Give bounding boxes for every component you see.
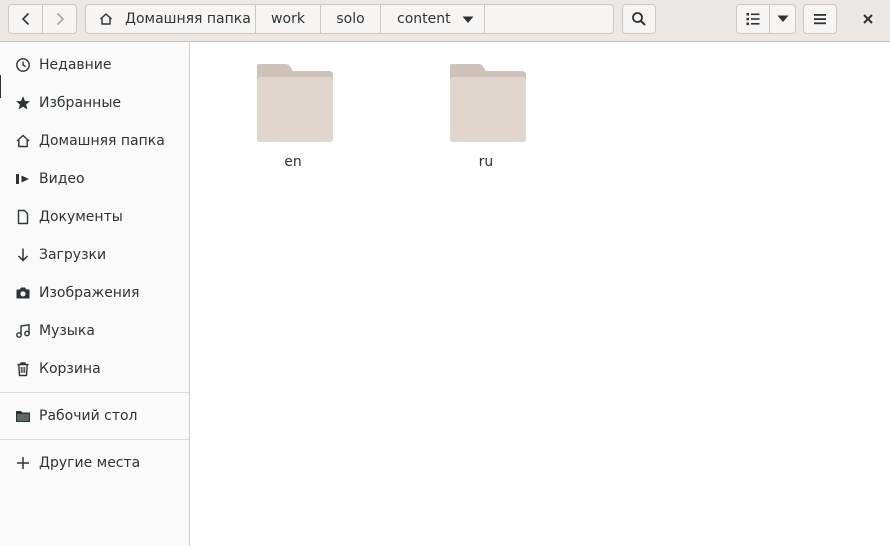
sidebar-item-music[interactable]: Музыка: [0, 312, 189, 350]
chevron-left-icon: [21, 12, 29, 26]
path-work[interactable]: work: [256, 5, 321, 33]
path-bar: Домашняя папка work solo content: [85, 4, 614, 34]
main-menu-button[interactable]: [803, 4, 837, 34]
triangle-down-icon: [777, 15, 788, 22]
close-button[interactable]: [852, 4, 884, 34]
sidebar-item-recent[interactable]: Недавние: [0, 46, 189, 84]
sidebar-item-label: Документы: [39, 209, 123, 225]
view-options-button[interactable]: [769, 4, 796, 34]
download-icon: [15, 247, 31, 263]
triangle-down-icon[interactable]: [462, 16, 474, 24]
sidebar-item-starred[interactable]: Избранные: [0, 84, 189, 122]
sidebar-item-label: Домашняя папка: [39, 133, 165, 149]
sidebar-item-label: Недавние: [39, 57, 112, 73]
back-button[interactable]: [8, 4, 43, 34]
path-empty-space: [485, 5, 613, 33]
folder-icon: [257, 64, 333, 142]
folder-icon: [15, 408, 31, 424]
sidebar-item-label: Рабочий стол: [39, 408, 138, 424]
sidebar-item-other-locations[interactable]: Другие места: [0, 444, 189, 482]
home-icon: [100, 13, 112, 25]
video-icon: [15, 171, 31, 187]
path-content[interactable]: content: [381, 5, 485, 33]
forward-button[interactable]: [42, 4, 77, 34]
sidebar-item-downloads[interactable]: Загрузки: [0, 236, 189, 274]
folder-item[interactable]: en: [243, 62, 343, 182]
sidebar-separator: [0, 439, 189, 440]
sidebar-item-label: Корзина: [39, 361, 101, 377]
sidebar-item-label: Изображения: [39, 285, 140, 301]
window-edge: [0, 75, 1, 98]
folder-item[interactable]: ru: [436, 62, 536, 182]
clock-icon: [15, 57, 31, 73]
music-icon: [15, 323, 31, 339]
trash-icon: [15, 361, 31, 377]
folder-name: ru: [478, 154, 494, 170]
header-bar: Домашняя папка work solo content: [0, 0, 890, 42]
sidebar-separator: [0, 392, 189, 393]
home-icon: [15, 133, 31, 149]
path-content-label: content: [397, 11, 451, 27]
sidebar-item-home[interactable]: Домашняя папка: [0, 122, 189, 160]
plus-icon: [15, 455, 31, 471]
close-icon: [863, 14, 873, 24]
file-view: en ru: [190, 42, 890, 546]
path-home-label: Домашняя папка: [125, 11, 251, 27]
sidebar-item-desktop[interactable]: Рабочий стол: [0, 397, 189, 435]
sidebar-item-label: Другие места: [39, 455, 141, 471]
sidebar-item-label: Музыка: [39, 323, 95, 339]
sidebar-item-label: Загрузки: [39, 247, 107, 263]
sidebar-item-label: Избранные: [39, 95, 121, 111]
hamburger-menu-icon: [814, 14, 826, 25]
search-icon: [632, 12, 646, 26]
list-icon: [746, 13, 760, 25]
path-home[interactable]: Домашняя папка: [86, 5, 256, 33]
path-solo[interactable]: solo: [321, 5, 381, 33]
folder-icon: [450, 64, 526, 142]
sidebar-item-trash[interactable]: Корзина: [0, 350, 189, 388]
sidebar-item-documents[interactable]: Документы: [0, 198, 189, 236]
sidebar: Недавние Избранные Домашняя папка Видео …: [0, 42, 190, 546]
list-view-button[interactable]: [736, 4, 770, 34]
star-icon: [15, 95, 31, 111]
search-button[interactable]: [622, 4, 656, 34]
path-work-label: work: [271, 11, 305, 27]
path-solo-label: solo: [336, 11, 365, 27]
sidebar-item-pictures[interactable]: Изображения: [0, 274, 189, 312]
sidebar-item-label: Видео: [39, 171, 85, 187]
document-icon: [15, 209, 31, 225]
folder-name: en: [284, 154, 302, 170]
chevron-right-icon: [56, 12, 64, 26]
sidebar-item-videos[interactable]: Видео: [0, 160, 189, 198]
camera-icon: [15, 285, 31, 301]
